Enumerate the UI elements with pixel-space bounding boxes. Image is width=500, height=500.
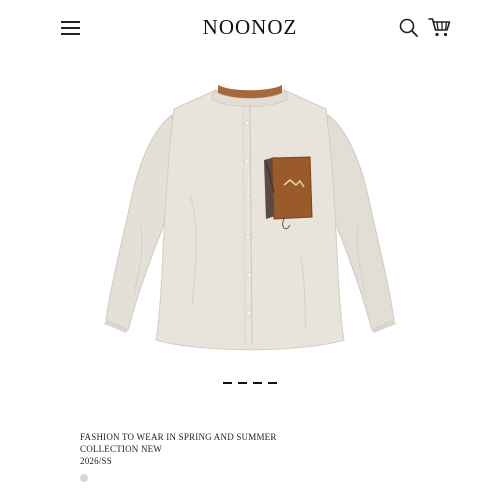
search-icon[interactable] <box>398 17 420 39</box>
pager-dash[interactable] <box>223 382 232 384</box>
pager-dash[interactable] <box>238 382 247 384</box>
shopping-cart-icon[interactable] <box>428 16 452 38</box>
caption-line: COLLECTION NEW <box>80 444 163 454</box>
pagination-dot[interactable] <box>80 474 88 482</box>
carousel-pager <box>0 380 500 386</box>
caption-line: 2026/SS <box>80 456 112 466</box>
caption-line: FASHION TO WEAR IN SPRING AND SUMMER <box>80 432 277 442</box>
pager-dash[interactable] <box>253 382 262 384</box>
product-image[interactable] <box>100 75 400 360</box>
pager-dash[interactable] <box>268 382 277 384</box>
site-logo[interactable]: NOONOZ <box>0 15 500 40</box>
collection-caption: FASHION TO WEAR IN SPRING AND SUMMER COL… <box>80 431 440 467</box>
site-header: NOONOZ <box>0 0 500 56</box>
